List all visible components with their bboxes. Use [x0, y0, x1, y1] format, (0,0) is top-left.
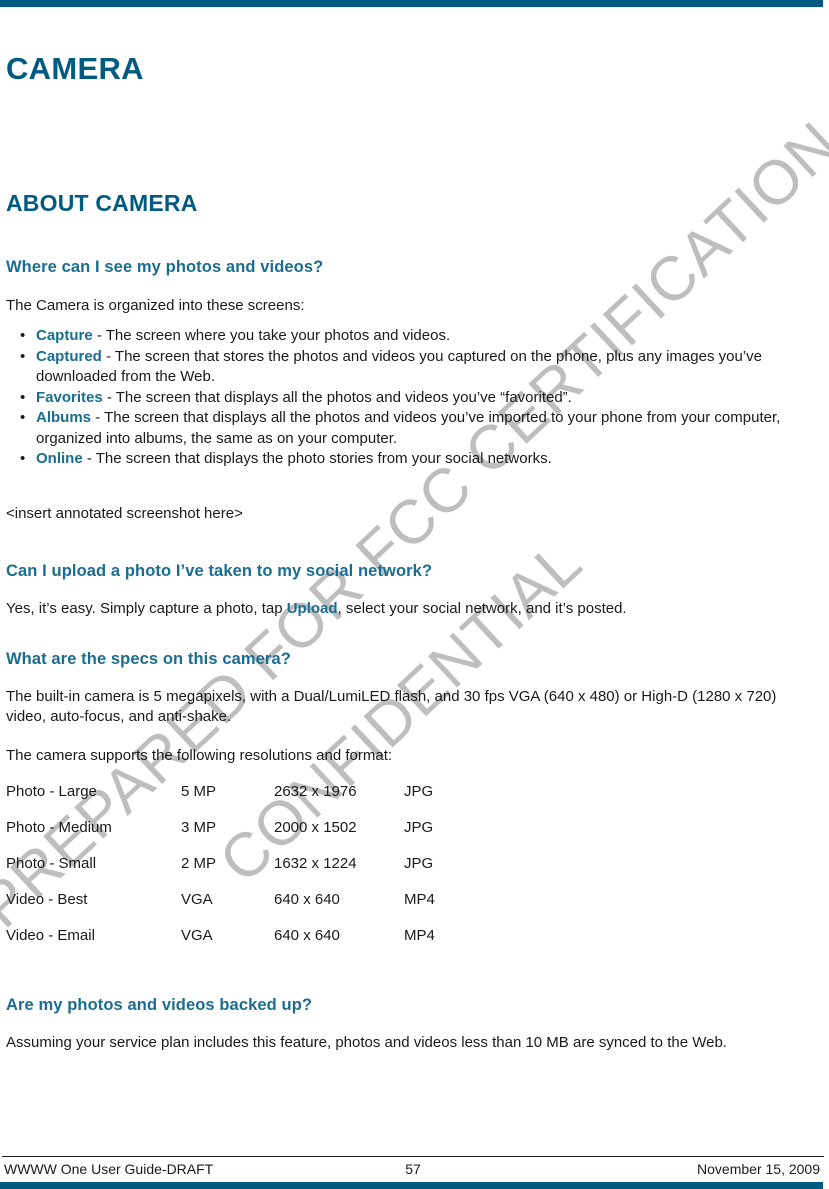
- qa-intro-screens: The Camera is organized into these scree…: [6, 297, 305, 314]
- chapter-title: CAMERA: [6, 51, 144, 86]
- answer-text-after: , select your social network, and it’s p…: [337, 600, 627, 617]
- list-item: • Favorites - The screen that displays al…: [6, 388, 816, 409]
- cell-label: Photo - Small: [6, 855, 97, 872]
- upload-link[interactable]: Upload: [287, 600, 338, 617]
- list-item-term: Capture: [36, 327, 93, 344]
- page-footer: WWWW One User Guide-DRAFT 57 November 15…: [2, 1156, 824, 1182]
- cell-resolution: 2632 x 1976: [274, 783, 357, 800]
- qa-specs-paragraph: The built-in camera is 5 megapixels, wit…: [6, 688, 777, 725]
- table-row: Video - Email VGA 640 x 640 MP4: [6, 927, 484, 963]
- qa-table-intro: The camera supports the following resolu…: [6, 747, 393, 764]
- qa-heading-can-i-upload: Can I upload a photo I’ve taken to my so…: [6, 562, 433, 580]
- camera-screens-list: • Capture - The screen where you take you…: [6, 326, 816, 470]
- cell-resolution: 640 x 640: [274, 927, 340, 944]
- list-item-term: Online: [36, 450, 83, 467]
- list-item: • Albums - The screen that displays all t…: [6, 408, 816, 449]
- qa-heading-backed-up: Are my photos and videos backed up?: [6, 996, 313, 1014]
- cell-resolution: 2000 x 1502: [274, 819, 357, 836]
- bullet-icon: •: [20, 327, 26, 344]
- cell-megapixels: VGA: [181, 927, 213, 944]
- bottom-accent-bar: [0, 1182, 823, 1189]
- cell-format: JPG: [404, 819, 434, 836]
- answer-text-before: Yes, it’s easy. Simply capture a photo, …: [6, 600, 287, 617]
- cell-label: Video - Email: [6, 927, 95, 944]
- list-item: • Online - The screen that displays the p…: [6, 449, 816, 470]
- list-item-desc: - The screen that displays the photo sto…: [82, 450, 552, 467]
- list-item-desc: - The screen where you take your photos …: [92, 327, 451, 344]
- table-row: Photo - Large 5 MP 2632 x 1976 JPG: [6, 783, 484, 819]
- section-title: ABOUT CAMERA: [6, 190, 198, 216]
- bullet-icon: •: [20, 347, 26, 365]
- cell-megapixels: VGA: [181, 891, 213, 908]
- list-item: • Capture - The screen where you take you…: [6, 326, 816, 347]
- list-item-desc: - The screen that stores the photos and …: [36, 347, 762, 386]
- screenshot-placeholder-note: <insert annotated screenshot here>: [6, 505, 243, 522]
- cell-format: MP4: [404, 927, 435, 944]
- qa-backup-paragraph: Assuming your service plan includes this…: [6, 1034, 727, 1051]
- table-row: Photo - Small 2 MP 1632 x 1224 JPG: [6, 855, 484, 891]
- qa-answer-upload: Yes, it’s easy. Simply capture a photo, …: [6, 599, 627, 619]
- list-item-term: Favorites: [36, 388, 103, 406]
- list-item: • Captured - The screen that stores the p…: [6, 347, 816, 388]
- cell-format: JPG: [404, 783, 434, 800]
- cell-megapixels: 3 MP: [181, 819, 217, 836]
- footer-inner: WWWW One User Guide-DRAFT 57 November 15…: [2, 1157, 824, 1182]
- footer-document-name: WWWW One User Guide-DRAFT: [4, 1161, 214, 1177]
- qa-heading-where-can-i-see: Where can I see my photos and videos?: [6, 258, 324, 276]
- footer-date: November 15, 2009: [697, 1161, 820, 1177]
- list-item-desc: - The screen that displays all the photo…: [36, 409, 781, 447]
- bullet-icon: •: [20, 450, 26, 467]
- cell-label: Video - Best: [6, 891, 88, 908]
- cell-megapixels: 2 MP: [181, 855, 217, 872]
- list-item-term: Captured: [36, 347, 102, 365]
- cell-label: Photo - Large: [6, 783, 97, 800]
- top-accent-bar: [0, 0, 823, 7]
- cell-resolution: 640 x 640: [274, 891, 340, 908]
- cell-megapixels: 5 MP: [181, 783, 217, 800]
- document-page: PREPARED FOR FCC CERTIFICATION CONFIDENT…: [0, 0, 829, 1189]
- bullet-icon: •: [20, 409, 26, 426]
- list-item-term: Albums: [36, 409, 92, 426]
- list-item-desc: - The screen that displays all the photo…: [102, 388, 572, 406]
- cell-format: JPG: [404, 855, 434, 872]
- camera-resolutions-table: Photo - Large 5 MP 2632 x 1976 JPG Photo…: [6, 783, 484, 963]
- table-row: Video - Best VGA 640 x 640 MP4: [6, 891, 484, 927]
- qa-heading-camera-specs: What are the specs on this camera?: [6, 650, 291, 668]
- bullet-icon: •: [20, 388, 26, 406]
- cell-format: MP4: [404, 891, 435, 908]
- table-row: Photo - Medium 3 MP 2000 x 1502 JPG: [6, 819, 484, 855]
- cell-label: Photo - Medium: [6, 819, 112, 836]
- cell-resolution: 1632 x 1224: [274, 855, 357, 872]
